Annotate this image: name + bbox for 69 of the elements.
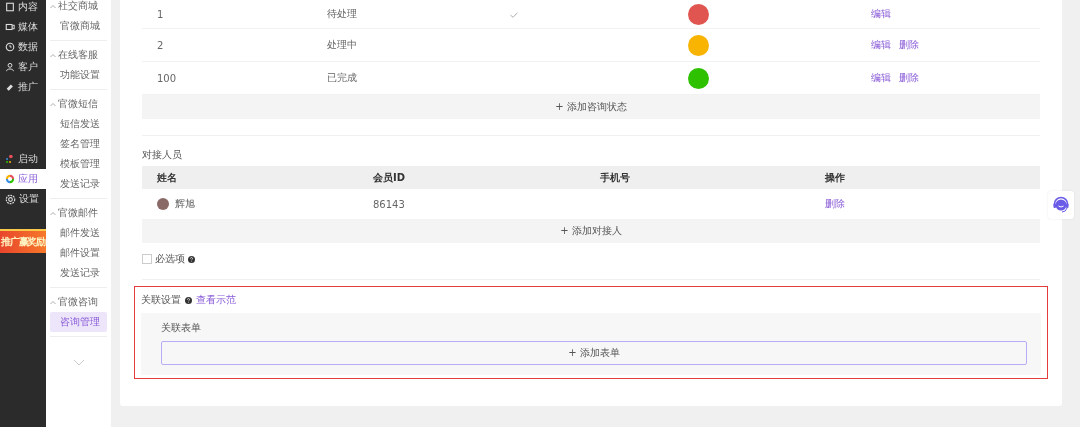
- action-link[interactable]: 删除: [825, 197, 845, 211]
- submenu-item[interactable]: 官微商城: [50, 16, 107, 36]
- group-title[interactable]: 官微咨询: [50, 292, 107, 312]
- caret-up-icon[interactable]: [50, 299, 56, 305]
- help-icon[interactable]: [185, 296, 192, 304]
- section-title: 对接人员: [142, 148, 183, 162]
- dots-icon: [5, 154, 15, 164]
- table-cell-text: 处理中: [326, 38, 358, 52]
- nav-item[interactable]: 设置: [0, 189, 46, 209]
- nav-item[interactable]: 媒体: [0, 17, 46, 37]
- table-cell-text: 已完成: [326, 71, 358, 85]
- table-cell-text: 1: [156, 8, 165, 20]
- avatar: [157, 198, 169, 210]
- submenu-item[interactable]: 邮件发送: [50, 223, 107, 243]
- submenu-item[interactable]: 发送记录: [50, 263, 107, 283]
- submenu-item[interactable]: 邮件设置: [50, 243, 107, 263]
- caret-up-icon[interactable]: [50, 210, 56, 216]
- checkbox-label: 必选项: [155, 252, 185, 266]
- action-link[interactable]: 编辑: [871, 71, 891, 85]
- add-contact-button[interactable]: + 添加对接人: [142, 219, 1040, 243]
- nav-item[interactable]: 应用: [0, 169, 46, 189]
- caret-up-icon[interactable]: [50, 52, 56, 58]
- submenu-item[interactable]: 咨询管理: [50, 312, 107, 332]
- nav-item[interactable]: 启动: [0, 149, 46, 169]
- nav-item[interactable]: 内容: [0, 0, 46, 17]
- submenu-item[interactable]: 签名管理: [50, 134, 107, 154]
- action-link[interactable]: 删除: [899, 71, 919, 85]
- checkbox[interactable]: [142, 254, 152, 264]
- settings-icon: [5, 193, 16, 205]
- group-title[interactable]: 在线客服: [50, 45, 107, 65]
- table-cell: 辉旭: [175, 197, 195, 211]
- add-status-button[interactable]: + 添加咨询状态: [142, 95, 1040, 119]
- group-title[interactable]: 社交商城: [50, 0, 107, 16]
- example-link[interactable]: 查看示范: [196, 293, 236, 307]
- submenu-item[interactable]: 模板管理: [50, 154, 107, 174]
- add-form-button[interactable]: + 添加表单: [161, 341, 1027, 365]
- support-button[interactable]: [1048, 191, 1074, 219]
- tag-icon: [5, 82, 15, 92]
- field-label: 关联表单: [161, 321, 202, 335]
- nav-item[interactable]: 客户: [0, 57, 46, 77]
- section-title: 关联设置: [141, 293, 181, 307]
- help-icon[interactable]: [188, 255, 195, 263]
- group-title[interactable]: 官微邮件: [50, 203, 107, 223]
- column-header: 手机号: [599, 170, 631, 185]
- document-icon: [5, 2, 15, 12]
- submenu-item[interactable]: 发送记录: [50, 174, 107, 194]
- nav-item[interactable]: 推广: [0, 77, 46, 97]
- group-title[interactable]: 官微短信: [50, 94, 107, 114]
- table-cell-text: 2: [156, 39, 165, 51]
- headset-icon: [1051, 195, 1071, 215]
- clock-icon: [5, 42, 15, 52]
- action-link[interactable]: 编辑: [871, 38, 891, 52]
- submenu-item[interactable]: 短信发送: [50, 114, 107, 134]
- table-cell-text: 86143: [372, 198, 406, 210]
- submenu-item[interactable]: 功能设置: [50, 65, 107, 85]
- table-cell-text: 100: [156, 72, 178, 84]
- caret-up-icon[interactable]: [50, 3, 56, 9]
- caret-up-icon[interactable]: [50, 101, 56, 107]
- chevron-down-icon[interactable]: [72, 359, 85, 366]
- column-header: 会员ID: [372, 170, 407, 185]
- ring-icon: [5, 174, 15, 184]
- action-link[interactable]: 删除: [899, 38, 919, 52]
- action-link[interactable]: 编辑: [871, 7, 891, 21]
- nav-item[interactable]: 数据: [0, 37, 46, 57]
- video-icon: [5, 22, 15, 32]
- column-header: 姓名: [156, 170, 178, 185]
- person-icon: [5, 62, 15, 72]
- table-cell-text: 待处理: [326, 7, 358, 21]
- column-header: 操作: [824, 170, 846, 185]
